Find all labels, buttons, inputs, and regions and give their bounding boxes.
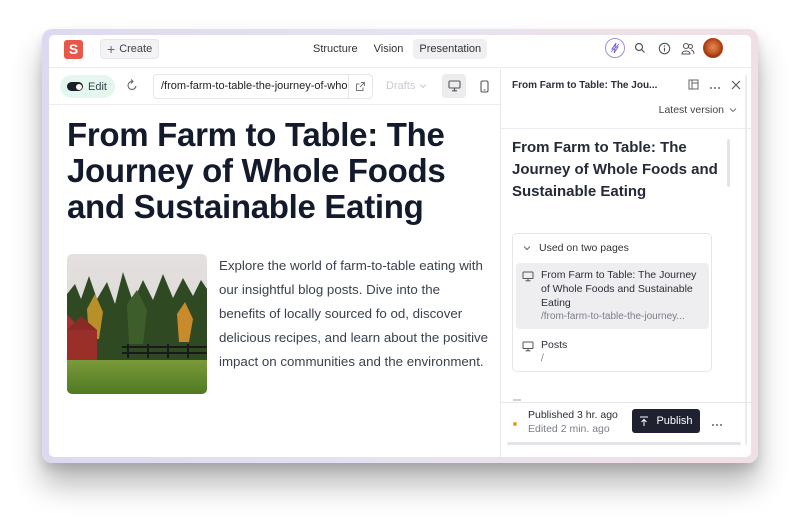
publish-button[interactable]: Publish bbox=[632, 409, 700, 433]
app-logo[interactable]: S bbox=[64, 40, 83, 59]
publish-label: Publish bbox=[656, 415, 693, 427]
tab-presentation[interactable]: Presentation bbox=[413, 39, 488, 59]
document-canvas: From Farm to Table: The Journey of Whole… bbox=[49, 106, 500, 457]
create-button[interactable]: + Create bbox=[100, 39, 160, 59]
edit-toggle[interactable]: Edit bbox=[60, 75, 115, 98]
chevron-down-icon bbox=[729, 108, 737, 113]
open-external-icon[interactable] bbox=[348, 75, 372, 98]
tab-structure[interactable]: Structure bbox=[307, 39, 364, 59]
usage-card: Used on two pages From Farm to Table: Th… bbox=[512, 233, 712, 372]
cover-image[interactable] bbox=[67, 254, 207, 394]
users-icon[interactable] bbox=[679, 39, 697, 57]
search-icon[interactable] bbox=[631, 39, 649, 57]
bolt-icon[interactable] bbox=[605, 38, 625, 58]
create-label: Create bbox=[119, 43, 153, 55]
collapsed-section-stub bbox=[513, 399, 521, 401]
usage-item-path: / bbox=[541, 353, 544, 364]
version-dropdown[interactable]: Latest version bbox=[659, 104, 737, 116]
usage-item-path: /from-farm-to-table-the-journey... bbox=[541, 311, 685, 322]
more-options-icon[interactable] bbox=[711, 414, 723, 432]
usage-header-label: Used on two pages bbox=[539, 242, 629, 254]
workspace-nav: Structure Vision Presentation bbox=[307, 39, 488, 59]
published-status: Published 3 hr. ago bbox=[528, 409, 618, 421]
document-excerpt[interactable]: Explore the world of farm-to-table eatin… bbox=[219, 254, 489, 374]
toggle-switch-icon bbox=[67, 82, 83, 91]
monitor-icon bbox=[522, 339, 534, 357]
window-frame: S + Create Structure Vision Presentation bbox=[42, 29, 758, 463]
mobile-icon bbox=[479, 79, 489, 93]
usage-toggle[interactable]: Used on two pages bbox=[523, 242, 629, 254]
top-bar: S + Create Structure Vision Presentation bbox=[49, 35, 751, 68]
monitor-icon bbox=[522, 269, 534, 287]
edit-label: Edit bbox=[88, 80, 107, 93]
url-field[interactable]: /from-farm-to-table-the-journey-of-whole… bbox=[153, 74, 373, 99]
info-icon[interactable] bbox=[655, 39, 673, 57]
edited-status: Edited 2 min. ago bbox=[528, 423, 610, 435]
status-dot bbox=[513, 422, 517, 426]
url-input[interactable]: /from-farm-to-table-the-journey-of-whole… bbox=[154, 75, 348, 98]
panel-document-title: From Farm to Table: The Journey of Whole… bbox=[512, 139, 718, 200]
inspector-panel: From Farm to Table: The Jou... Latest ve… bbox=[500, 69, 751, 457]
usage-item-title: Posts bbox=[541, 339, 568, 351]
editor-toolbar: Edit /from-farm-to-table-the-journey-of-… bbox=[49, 69, 500, 105]
panel-scrollbar[interactable] bbox=[745, 75, 747, 445]
close-icon[interactable] bbox=[731, 77, 741, 95]
usage-item-article[interactable]: From Farm to Table: The Journey of Whole… bbox=[516, 263, 709, 329]
upload-icon bbox=[640, 416, 649, 426]
panel-header-actions bbox=[688, 77, 741, 95]
mobile-preview-button[interactable] bbox=[472, 74, 496, 98]
divider bbox=[501, 128, 751, 129]
plus-icon: + bbox=[107, 41, 116, 57]
panel-header-title: From Farm to Table: The Jou... bbox=[512, 80, 658, 91]
tab-vision[interactable]: Vision bbox=[368, 39, 410, 59]
desktop-preview-button[interactable] bbox=[442, 74, 466, 98]
usage-item-posts[interactable]: Posts / bbox=[516, 333, 709, 369]
chevron-down-icon bbox=[523, 246, 531, 251]
title-scrollbar[interactable] bbox=[727, 139, 730, 187]
horizontal-scrollbar[interactable] bbox=[507, 442, 741, 445]
divider bbox=[501, 402, 751, 403]
refresh-icon[interactable] bbox=[126, 78, 139, 97]
app-window: S + Create Structure Vision Presentation bbox=[49, 35, 751, 457]
chevron-down-icon bbox=[419, 84, 427, 89]
version-label: Latest version bbox=[658, 104, 724, 116]
user-avatar[interactable] bbox=[703, 38, 723, 58]
desktop-icon bbox=[447, 80, 461, 92]
drafts-dropdown[interactable]: Drafts bbox=[386, 80, 427, 92]
drafts-label: Drafts bbox=[386, 80, 416, 92]
top-icons bbox=[605, 38, 723, 58]
layout-icon[interactable] bbox=[688, 77, 699, 95]
usage-item-title: From Farm to Table: The Journey of Whole… bbox=[541, 269, 697, 309]
document-title[interactable]: From Farm to Table: The Journey of Whole… bbox=[67, 117, 497, 225]
more-options-icon[interactable] bbox=[709, 77, 721, 95]
